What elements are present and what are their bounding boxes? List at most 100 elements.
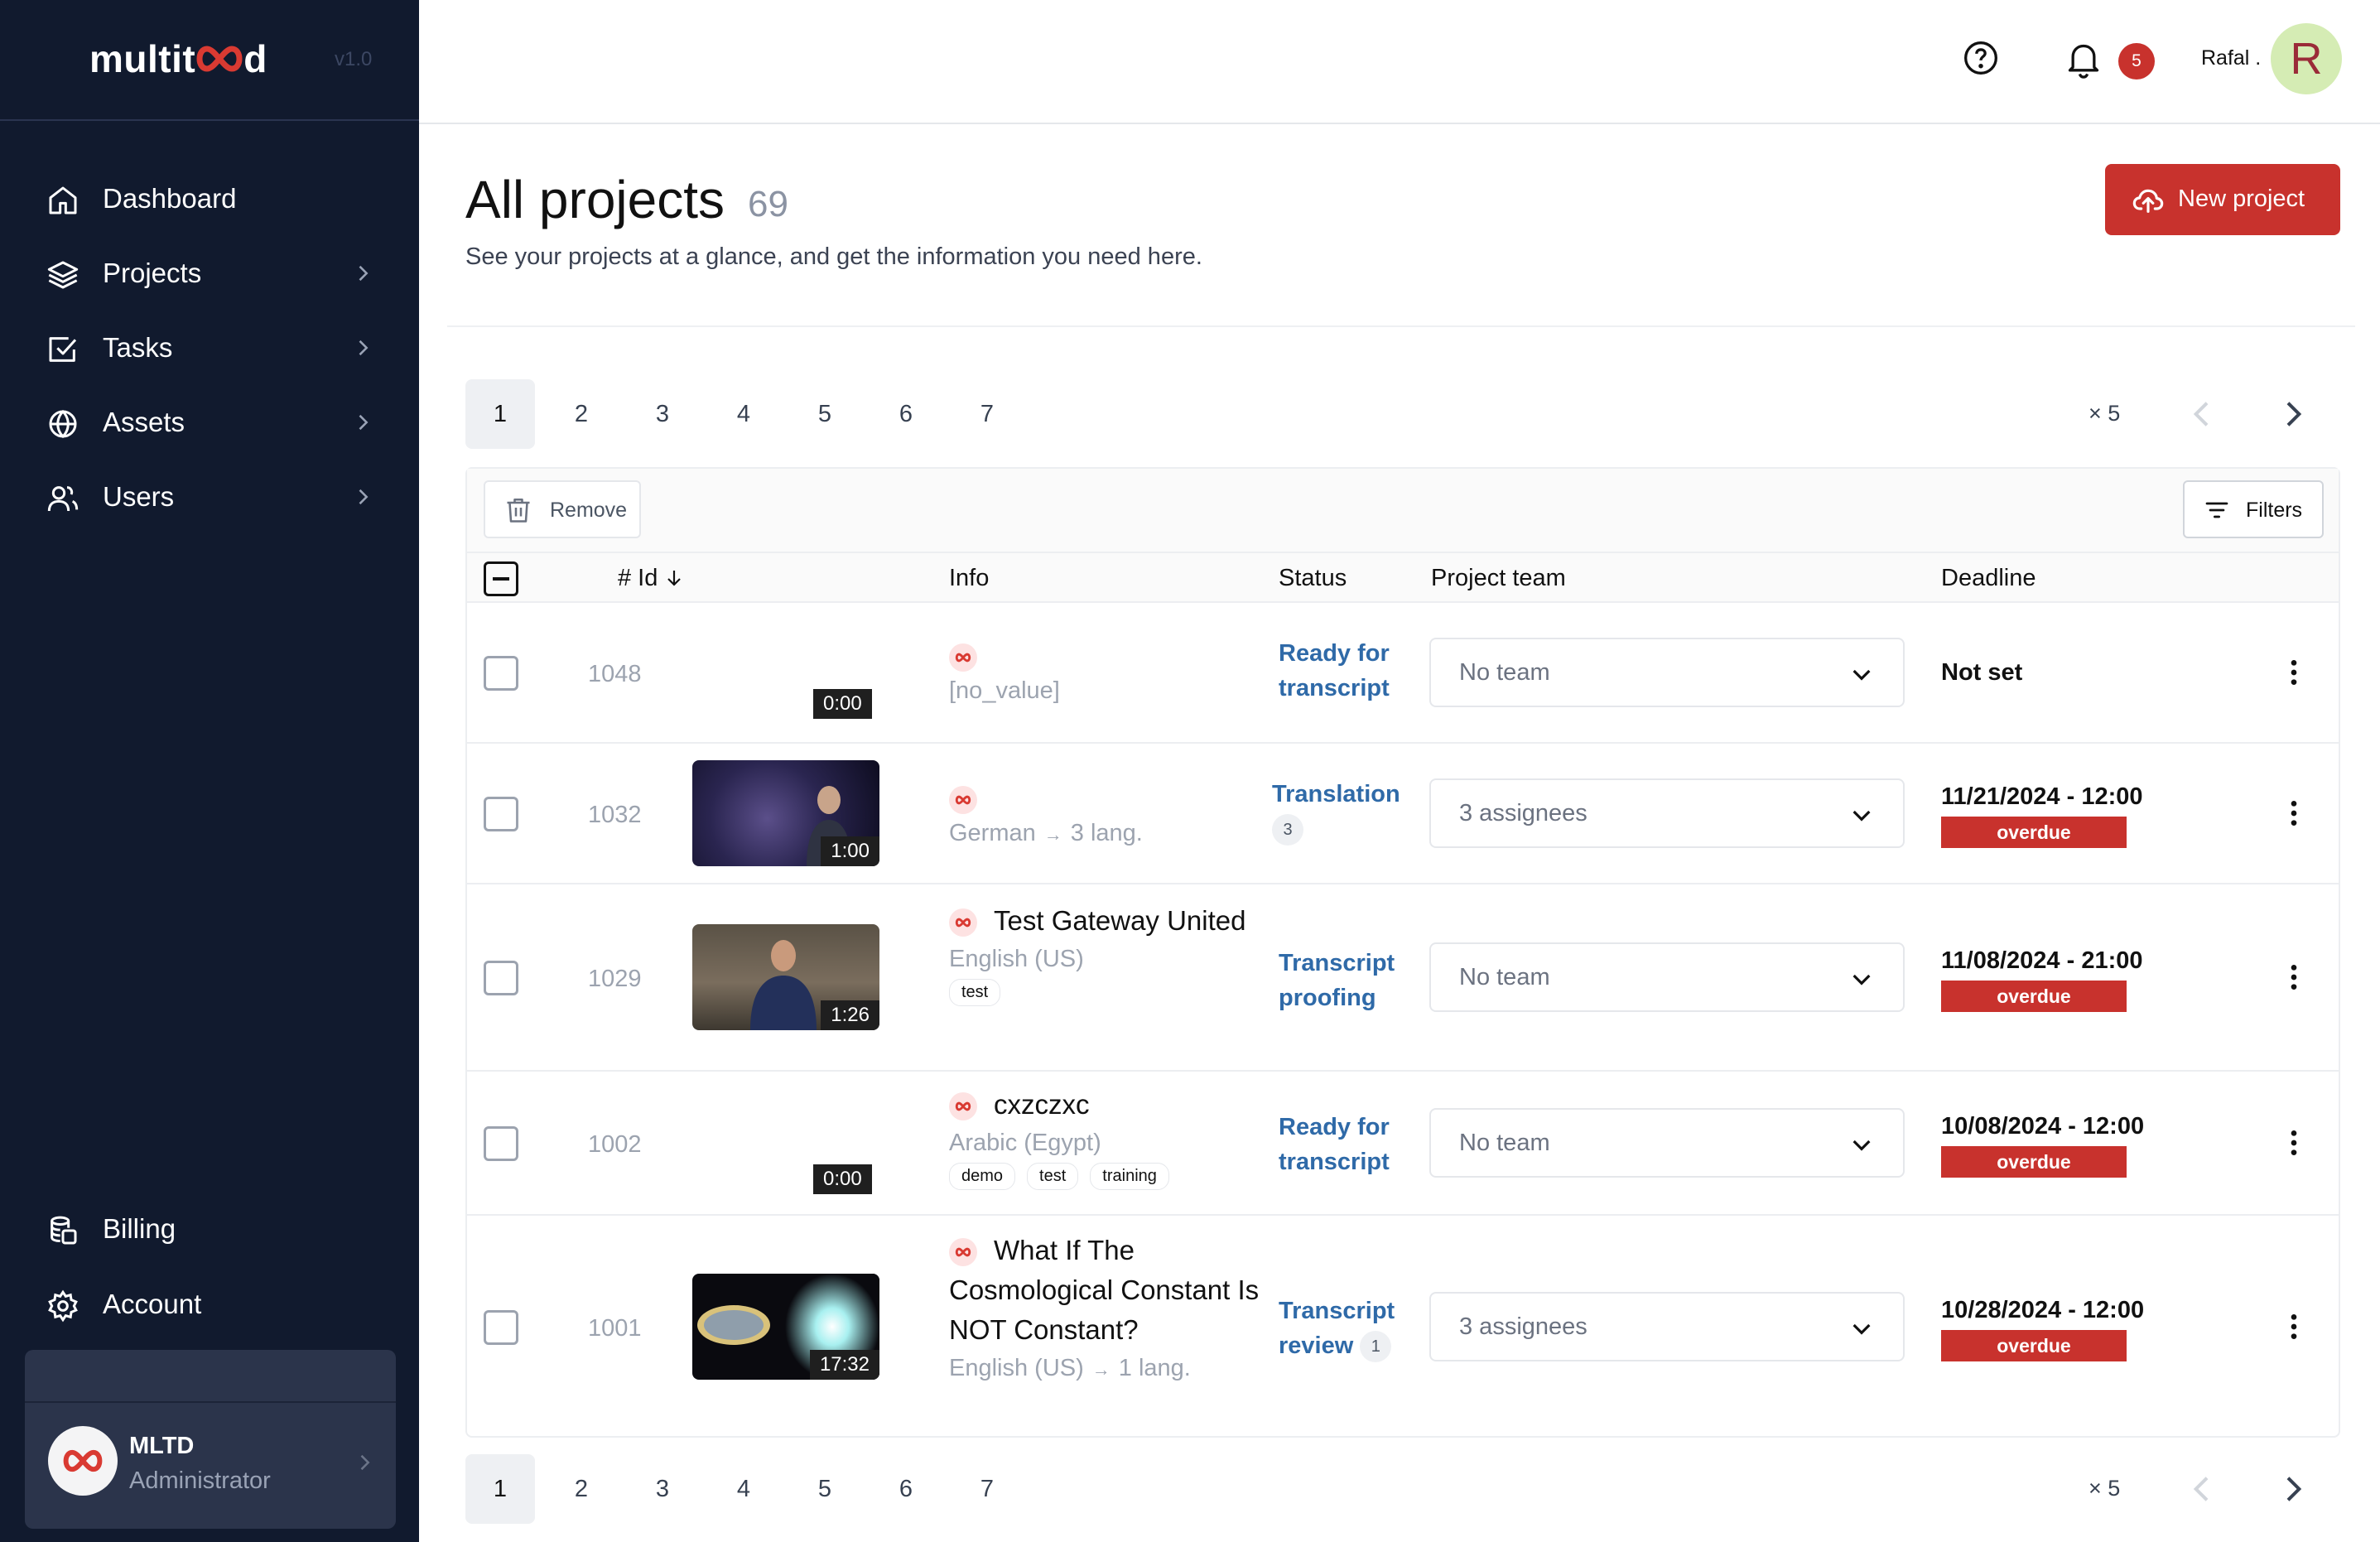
link-icon	[949, 1238, 977, 1267]
user-name[interactable]: Rafal .	[2201, 46, 2261, 70]
sidebar-item-label: Assets	[103, 407, 185, 437]
table-row[interactable]: 1032 1:00 German → 3 lang. Translation 3 3…	[467, 744, 2339, 884]
table-row[interactable]: 1029 1:26 Test Gateway United English (U…	[467, 884, 2339, 1072]
notification-badge: 5	[2118, 43, 2155, 80]
duration-label: 1:00	[821, 836, 879, 866]
team-select[interactable]: 3 assignees	[1429, 778, 1905, 848]
chevron-right-icon	[360, 1454, 370, 1471]
brand-name-right: d	[243, 37, 267, 80]
sidebar-item-assets[interactable]: Assets	[0, 389, 419, 455]
row-checkbox[interactable]	[484, 1310, 518, 1345]
page-button[interactable]: 4	[709, 1454, 778, 1524]
table-row[interactable]: 1001 17:32 What If The Cosmological Cons…	[467, 1216, 2339, 1436]
project-title[interactable]: Test Gateway United	[994, 905, 1245, 936]
page-button[interactable]: 6	[871, 1454, 941, 1524]
page-button[interactable]: 6	[871, 379, 941, 449]
page-button[interactable]: 2	[547, 379, 616, 449]
more-vertical-icon[interactable]	[2277, 961, 2310, 994]
remove-button[interactable]: Remove	[484, 480, 641, 538]
row-checkbox[interactable]	[484, 961, 518, 995]
page-button[interactable]: 5	[790, 1454, 860, 1524]
select-all-checkbox[interactable]	[484, 561, 518, 596]
account-switcher[interactable]: MLTD Administrator	[25, 1350, 396, 1529]
layers-icon	[47, 261, 79, 289]
chevron-right-icon	[359, 340, 369, 356]
team-select[interactable]: 3 assignees	[1429, 1292, 1905, 1361]
video-thumbnail[interactable]: 1:26	[692, 924, 879, 1030]
chevron-right-icon[interactable]	[2276, 1472, 2309, 1506]
status-link[interactable]: Ready for transcript	[1279, 1110, 1436, 1179]
page-button[interactable]: 1	[465, 1454, 535, 1524]
chevron-left-icon[interactable]	[2186, 1472, 2219, 1506]
team-select[interactable]: No team	[1429, 638, 1905, 707]
project-title[interactable]: cxzczxc	[994, 1089, 1090, 1120]
page-button[interactable]: 3	[628, 379, 697, 449]
trash-icon	[507, 498, 530, 523]
project-info: cxzczxc Arabic (Egypt) demo test trainin…	[949, 1085, 1264, 1190]
more-vertical-icon[interactable]	[2277, 797, 2310, 830]
page-button[interactable]: 7	[952, 379, 1022, 449]
duration-label: 0:00	[813, 1164, 872, 1194]
sidebar-item-dashboard[interactable]: Dashboard	[0, 166, 419, 232]
team-select-value: No team	[1459, 964, 1550, 990]
row-checkbox[interactable]	[484, 1126, 518, 1161]
app-version: v1.0	[335, 48, 373, 70]
column-header-id[interactable]: # Id	[618, 565, 684, 592]
tag-list: demo test training	[949, 1163, 1264, 1190]
video-thumbnail[interactable]: 17:32	[692, 1274, 879, 1380]
filters-button[interactable]: Filters	[2183, 480, 2324, 538]
sort-arrow-down-icon	[667, 571, 682, 586]
page-button[interactable]: 3	[628, 1454, 697, 1524]
status-link[interactable]: Transcript review 1	[1279, 1294, 1436, 1363]
infinity-logo-icon	[196, 46, 243, 72]
status-link[interactable]: Ready for transcript	[1279, 636, 1436, 706]
page-button[interactable]: 4	[709, 379, 778, 449]
video-thumbnail[interactable]: 1:00	[692, 760, 879, 866]
page-button[interactable]: 5	[790, 379, 860, 449]
page-size-select[interactable]: × 5	[2089, 401, 2120, 426]
project-info: What If The Cosmological Constant Is NOT…	[949, 1231, 1264, 1388]
projects-table: Remove Filters # Id Info Status Project …	[465, 467, 2340, 1438]
sidebar-item-users[interactable]: Users	[0, 464, 419, 530]
project-title[interactable]: What If The Cosmological Constant Is NOT…	[949, 1235, 1259, 1345]
sidebar-item-billing[interactable]: Billing	[0, 1196, 419, 1262]
sidebar-item-account[interactable]: Account	[0, 1271, 419, 1337]
source-language: English (US)	[949, 1355, 1084, 1381]
bell-icon[interactable]	[2065, 40, 2102, 80]
org-name: MLTD	[129, 1433, 195, 1459]
page-size-select[interactable]: × 5	[2089, 1476, 2120, 1501]
more-vertical-icon[interactable]	[2277, 656, 2310, 689]
project-id: 1032	[588, 802, 642, 828]
page-button[interactable]: 7	[952, 1454, 1022, 1524]
page-button[interactable]: 2	[547, 1454, 616, 1524]
chevron-right-icon[interactable]	[2276, 398, 2309, 431]
more-vertical-icon[interactable]	[2277, 1126, 2310, 1159]
row-checkbox[interactable]	[484, 797, 518, 831]
new-project-button[interactable]: New project	[2105, 164, 2340, 235]
status-count-badge: 1	[1360, 1331, 1392, 1363]
team-select[interactable]: No team	[1429, 1108, 1905, 1178]
table-row[interactable]: 1048 0:00 [no_value] Ready for transcrip…	[467, 603, 2339, 744]
sidebar-item-label: Dashboard	[103, 183, 237, 214]
deadline-value: Not set	[1941, 659, 2023, 686]
chevron-left-icon[interactable]	[2186, 398, 2219, 431]
more-vertical-icon[interactable]	[2277, 1310, 2310, 1343]
row-checkbox[interactable]	[484, 656, 518, 691]
avatar[interactable]: R	[2271, 23, 2342, 94]
team-select-value: No team	[1459, 1130, 1550, 1156]
status-link[interactable]: Translation 3	[1272, 777, 1429, 846]
filter-icon	[2205, 502, 2228, 518]
help-icon[interactable]	[1963, 40, 1999, 76]
sidebar-item-projects[interactable]: Projects	[0, 240, 419, 306]
project-count: 69	[748, 184, 788, 224]
status-link[interactable]: Transcript proofing	[1279, 946, 1436, 1015]
sidebar: multit d v1.0 Dashboard Projects Tasks A…	[0, 0, 419, 1542]
deadline-value: 10/28/2024 - 12:00	[1941, 1297, 2145, 1323]
table-row[interactable]: 1002 0:00 cxzczxc Arabic (Egypt) demo te…	[467, 1072, 2339, 1216]
sidebar-item-tasks[interactable]: Tasks	[0, 315, 419, 381]
project-id: 1001	[588, 1315, 642, 1342]
brand-logo[interactable]: multit d	[89, 36, 267, 81]
overdue-badge: overdue	[1941, 817, 2127, 848]
page-button[interactable]: 1	[465, 379, 535, 449]
team-select[interactable]: No team	[1429, 942, 1905, 1012]
